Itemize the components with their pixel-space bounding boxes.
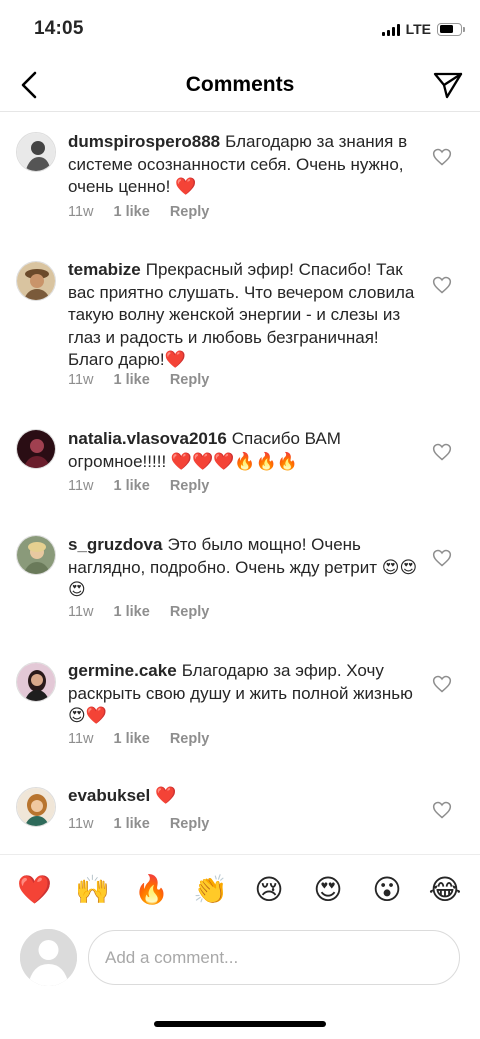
comment-username[interactable]: dumspirospero888 [68, 132, 220, 151]
header: Comments [0, 58, 480, 112]
heart-icon[interactable] [432, 674, 452, 694]
emoji-surprised-button[interactable]: 😮 [370, 873, 404, 907]
home-indicator [154, 1021, 326, 1027]
comment-likes[interactable]: 1 like [114, 372, 150, 388]
emoji-raised-hands-button[interactable]: 🙌 [75, 873, 110, 907]
comment-meta: 11w 1 like Reply [68, 731, 229, 747]
send-icon [433, 72, 463, 99]
reply-button[interactable]: Reply [170, 372, 210, 388]
comment-time: 11w [68, 372, 94, 388]
status-bar: 14:05 LTE [0, 0, 480, 58]
reply-button[interactable]: Reply [170, 478, 210, 494]
comment-meta: 11w 1 like Reply [68, 478, 229, 494]
comment-likes[interactable]: 1 like [114, 731, 150, 747]
heart-icon[interactable] [432, 548, 452, 568]
comment-time: 11w [68, 478, 94, 494]
comment-meta: 11w 1 like Reply [68, 372, 229, 388]
comment-likes[interactable]: 1 like [114, 604, 150, 620]
comment-text: temabize Прекрасный эфир! Спасибо! Так ва… [68, 259, 420, 372]
reply-button[interactable]: Reply [170, 204, 210, 220]
avatar[interactable] [16, 787, 56, 827]
emoji-heart-button[interactable]: ❤️ [17, 873, 52, 907]
comment-text: evabuksel ❤️ [68, 785, 420, 808]
comment-text: natalia.vlasova2016 Спасибо ВАМ огромное!… [68, 428, 420, 473]
heart-icon[interactable] [432, 275, 452, 295]
status-indicators: LTE [381, 20, 465, 38]
comment-meta: 11w 1 like Reply [68, 604, 229, 620]
share-button[interactable] [430, 68, 466, 102]
status-time: 14:05 [34, 18, 84, 39]
comment-time: 11w [68, 816, 94, 832]
comment-text: dumspirospero888 Благодарю за знания в си… [68, 131, 420, 199]
avatar[interactable] [16, 132, 56, 172]
reply-button[interactable]: Reply [170, 604, 210, 620]
avatar[interactable] [16, 261, 56, 301]
signal-icon [381, 23, 400, 36]
comment-text: s_gruzdova Это было мощно! Очень наглядно… [68, 534, 420, 602]
avatar[interactable] [16, 662, 56, 702]
comment-text: germine.cake Благодарю за эфир. Хочу раск… [68, 660, 420, 728]
emoji-fire-button[interactable]: 🔥 [134, 873, 169, 907]
heart-icon[interactable] [432, 442, 452, 462]
avatar[interactable] [16, 429, 56, 469]
heart-icon[interactable] [432, 800, 452, 820]
comment-time: 11w [68, 731, 94, 747]
comment-likes[interactable]: 1 like [114, 816, 150, 832]
comment-meta: 11w 1 like Reply [68, 816, 229, 832]
comment-username[interactable]: natalia.vlasova2016 [68, 429, 227, 448]
reply-button[interactable]: Reply [170, 816, 210, 832]
comment-username[interactable]: s_gruzdova [68, 535, 162, 554]
comment-time: 11w [68, 204, 94, 220]
network-type: LTE [405, 21, 431, 37]
battery-icon [437, 22, 465, 36]
comment-input[interactable] [88, 930, 460, 985]
avatar[interactable] [16, 535, 56, 575]
comment-username[interactable]: evabuksel [68, 786, 150, 805]
comment-username[interactable]: germine.cake [68, 661, 177, 680]
heart-icon[interactable] [432, 147, 452, 167]
emoji-bar: ❤️ 🙌 🔥 👏 😢 😍 😮 😂 [0, 854, 480, 924]
comment-time: 11w [68, 604, 94, 620]
comment-username[interactable]: temabize [68, 260, 141, 279]
emoji-heart-eyes-button[interactable]: 😍 [311, 873, 345, 907]
comment-meta: 11w 1 like Reply [68, 204, 229, 220]
page-title: Comments [185, 73, 295, 96]
user-avatar [20, 929, 77, 986]
comment-body: ❤️ [155, 786, 177, 805]
comment-likes[interactable]: 1 like [114, 478, 150, 494]
comment-composer [0, 924, 480, 994]
comment-likes[interactable]: 1 like [114, 204, 150, 220]
emoji-cry-button[interactable]: 😢 [252, 873, 286, 907]
emoji-clap-button[interactable]: 👏 [193, 873, 228, 907]
emoji-laugh-button[interactable]: 😂 [428, 873, 462, 907]
reply-button[interactable]: Reply [170, 731, 210, 747]
